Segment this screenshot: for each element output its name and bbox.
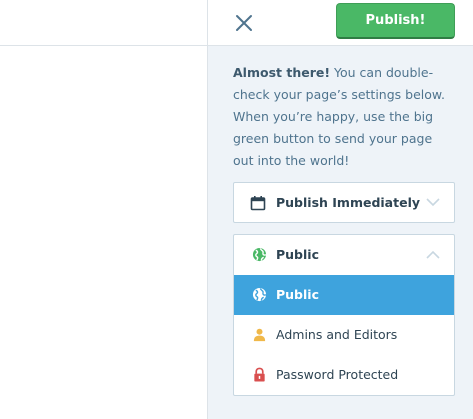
publish-panel-header: Publish! — [208, 0, 473, 46]
globe-icon — [252, 287, 267, 302]
intro-lead: Almost there! — [233, 65, 331, 80]
publish-panel: Publish! Almost there! You can double-ch… — [207, 0, 473, 419]
publish-date-label: Publish Immediately — [276, 195, 421, 210]
lock-icon — [254, 367, 265, 382]
visibility-option-label: Password Protected — [276, 367, 399, 382]
calendar-icon — [250, 196, 266, 211]
publish-button[interactable]: Publish! — [336, 3, 455, 39]
visibility-option-admins-editors[interactable]: Admins and Editors — [234, 315, 454, 355]
chevron-down-icon — [426, 198, 440, 207]
publish-date-toggle[interactable]: Publish Immediately — [233, 182, 455, 223]
person-icon — [253, 328, 266, 342]
visibility-option-label: Public — [276, 287, 319, 302]
toolbar-divider — [0, 45, 207, 46]
visibility-toggle[interactable]: Public — [234, 235, 454, 275]
intro-body: You can double-check your page’s setting… — [233, 65, 445, 168]
publish-intro-text: Almost there! You can double-check your … — [233, 62, 455, 172]
close-icon — [236, 15, 252, 31]
visibility-dropdown: Public Public Admins and Editors Passwor… — [233, 234, 455, 396]
close-button[interactable] — [232, 11, 256, 35]
visibility-current-label: Public — [276, 247, 319, 262]
editor-canvas — [0, 0, 207, 419]
editor-root: Publish! Almost there! You can double-ch… — [0, 0, 473, 419]
chevron-up-icon — [426, 250, 440, 259]
visibility-option-password-protected[interactable]: Password Protected — [234, 355, 454, 395]
visibility-option-label: Admins and Editors — [276, 327, 398, 342]
globe-icon — [252, 247, 267, 262]
visibility-option-public[interactable]: Public — [234, 275, 454, 315]
